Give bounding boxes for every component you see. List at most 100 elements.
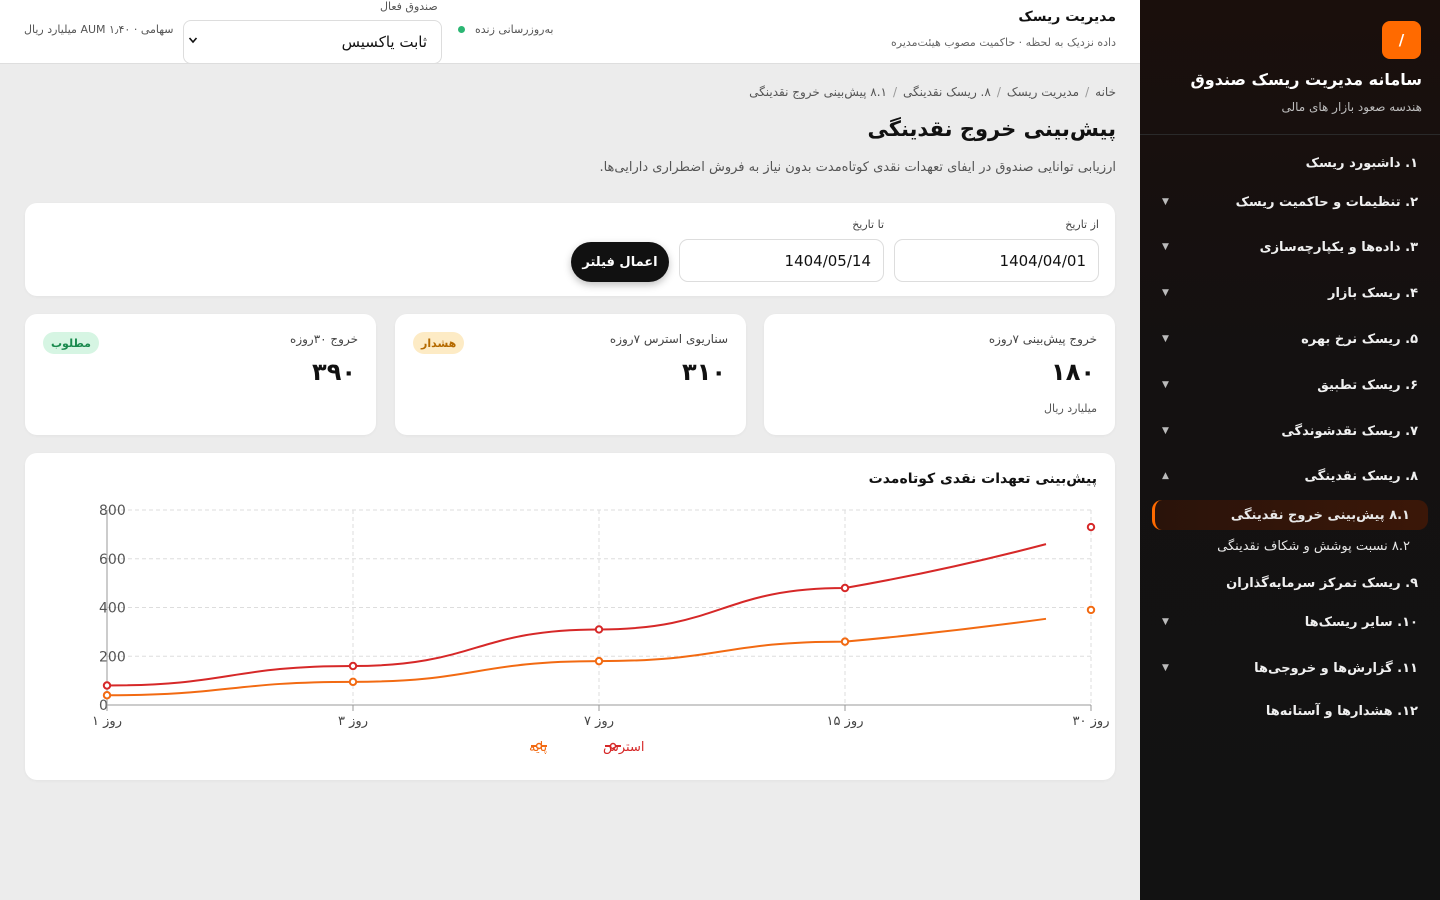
to-date-label: تا تاریخ: [852, 218, 884, 231]
chevron-down-icon: ▼: [1162, 426, 1169, 436]
sidebar-item-market-risk[interactable]: ۴. ریسک بازار ▼: [1140, 278, 1440, 308]
data-point: [840, 583, 850, 593]
app-logo: /: [1382, 21, 1421, 59]
app-subtitle: هندسه صعود بازار های مالی: [1281, 100, 1422, 114]
sidebar-subitem-coverage-gap[interactable]: ۸.۲ نسبت پوشش و شکاف نقدینگی: [1170, 531, 1410, 561]
sidebar-item-label: ۱۰. سایر ریسک‌ها: [1304, 614, 1418, 630]
page-title: پیش‌بینی خروج نقدینگی: [867, 117, 1116, 141]
kpi-label: خروج پیش‌بینی ۷روزه: [988, 332, 1097, 346]
sidebar-item-label: ۴. ریسک بازار: [1327, 285, 1418, 301]
x-tick-label: روز ۱: [92, 714, 122, 729]
breadcrumb-item[interactable]: مدیریت ریسک: [1007, 85, 1079, 99]
sidebar-item-label: ۲. تنظیمات و حاکمیت ریسک: [1235, 194, 1418, 210]
sidebar-item-reports[interactable]: ۱۱. گزارش‌ها و خروجی‌ها ▼: [1140, 653, 1440, 683]
data-point: [102, 681, 112, 690]
sidebar-item-other-risks[interactable]: ۱۰. سایر ریسک‌ها ▼: [1140, 607, 1440, 637]
series-line: [106, 543, 1047, 687]
live-status-label: به‌روزرسانی زنده: [475, 23, 554, 36]
topbar-subtitle: داده نزدیک به لحظه · حاکمیت مصوب هیئت‌مد…: [891, 36, 1116, 49]
kpi-card-stress: سناریوی استرس ۷روزه ۳۱۰ هشدار: [395, 314, 746, 435]
breadcrumb-item[interactable]: خانه: [1095, 85, 1116, 99]
breadcrumb: خانه / مدیریت ریسک / ۸. ریسک نقدینگی / ۸…: [749, 85, 1116, 99]
fund-select-value: ثابت یاکسیس: [341, 33, 427, 51]
chevron-down-icon: ▼: [1162, 197, 1169, 207]
status-badge: هشدار: [413, 332, 465, 354]
chevron-down-icon: ▼: [1162, 380, 1169, 390]
y-tick-label: 800: [99, 503, 126, 519]
filter-card: از تاریخ 1404/04/01 تا تاریخ 1404/05/14 …: [25, 203, 1115, 296]
topbar-title: مدیریت ریسک: [1018, 9, 1116, 25]
sidebar-item-label: ۱۲. هشدارها و آستانه‌ها: [1265, 703, 1418, 719]
breadcrumb-separator: /: [1085, 85, 1090, 99]
status-badge: مطلوب: [43, 332, 99, 354]
x-tick-label: روز ۳۰: [1073, 714, 1110, 729]
chevron-down-icon: ▼: [1162, 617, 1169, 627]
apply-filter-button[interactable]: اعمال فیلتر: [571, 242, 669, 282]
sidebar-item-governance[interactable]: ۲. تنظیمات و حاکمیت ریسک ▼: [1140, 187, 1440, 217]
sidebar-item-label: ۷. ریسک نقدشوندگی: [1281, 423, 1418, 439]
kpi-value: ۳۹۰: [312, 358, 356, 386]
from-date-input[interactable]: 1404/04/01: [894, 239, 1099, 282]
topbar: مدیریت ریسک داده نزدیک به لحظه · حاکمیت …: [0, 0, 1140, 64]
sidebar-item-alerts[interactable]: ۱۲. هشدارها و آستانه‌ها: [1140, 696, 1440, 726]
sidebar-subitem-label: ۸.۲ نسبت پوشش و شکاف نقدینگی: [1217, 538, 1410, 554]
y-tick-label: 200: [99, 649, 126, 665]
sidebar-subitem-outflow-forecast[interactable]: ۸.۱ پیش‌بینی خروج نقدینگی: [1152, 500, 1428, 530]
kpi-value: ۳۱۰: [682, 358, 726, 386]
sidebar-divider: [1140, 134, 1440, 135]
legend-label: استرس: [603, 740, 644, 755]
chevron-down-icon: ▼: [1162, 334, 1169, 344]
x-tick-label: روز ۱۵: [827, 714, 864, 729]
from-date-label: از تاریخ: [1065, 218, 1099, 231]
chevron-down-icon: ▼: [1162, 242, 1169, 252]
sidebar-item-interest-risk[interactable]: ۵. ریسک نرخ بهره ▼: [1140, 324, 1440, 354]
data-point: [1086, 605, 1096, 615]
kpi-label: سناریوی استرس ۷روزه: [609, 332, 728, 346]
data-point: [348, 677, 358, 687]
sidebar-item-label: ۳. داده‌ها و یکپارچه‌سازی: [1259, 239, 1418, 255]
sidebar-item-label: ۱. داشبورد ریسک: [1305, 155, 1418, 171]
fund-select-label: صندوق فعال: [380, 0, 438, 13]
sidebar: / سامانه مدیریت ریسک صندوق هندسه صعود با…: [1140, 0, 1440, 900]
kpi-value: ۱۸۰: [1051, 358, 1095, 386]
chart-card: پیش‌بینی تعهدات نقدی کوتاه‌مدت 0 200 400 60…: [25, 453, 1115, 780]
sidebar-item-compliance-risk[interactable]: ۶. ریسک تطبیق ▼: [1140, 370, 1440, 400]
data-point: [348, 661, 358, 671]
data-point: [594, 656, 604, 666]
breadcrumb-separator: /: [893, 85, 898, 99]
sidebar-subitem-label: ۸.۱ پیش‌بینی خروج نقدینگی: [1230, 507, 1410, 523]
liquidity-chart: 0200400600800روز ۱ روز ۳ روز ۷ روز ۱۵ روز ۳۰…: [92, 503, 1110, 755]
data-point: [594, 625, 604, 634]
y-tick-label: 600: [99, 552, 126, 568]
chevron-up-icon: ▲: [1162, 471, 1169, 481]
page-description: ارزیابی توانایی صندوق در ایفای تعهدات نق…: [599, 160, 1116, 175]
fund-select[interactable]: ثابت یاکسیس: [183, 20, 442, 64]
kpi-card-30day: خروج ۳۰روزه ۳۹۰ مطلوب: [25, 314, 376, 435]
to-date-input[interactable]: 1404/05/14: [679, 239, 884, 282]
chevron-down-icon: ▼: [1162, 288, 1169, 298]
sidebar-item-label: ۱۱. گزارش‌ها و خروجی‌ها: [1254, 660, 1418, 676]
x-tick-label: روز ۷: [584, 714, 614, 729]
app-title: سامانه مدیریت ریسک صندوق: [1190, 70, 1423, 89]
chevron-down-icon: ▼: [1162, 663, 1169, 673]
breadcrumb-item[interactable]: ۸. ریسک نقدینگی: [903, 85, 991, 99]
sidebar-item-label: ۸. ریسک نقدینگی: [1304, 468, 1418, 484]
aum-info: سهامی · AUM ۱٫۴۰ میلیارد ریال: [24, 23, 174, 36]
sidebar-item-concentration-risk[interactable]: ۹. ریسک تمرکز سرمایه‌گذاران: [1140, 568, 1440, 598]
y-tick-label: 400: [99, 601, 126, 617]
legend-label: پایه: [529, 740, 548, 755]
data-point: [102, 691, 112, 700]
chevron-down-icon: [188, 37, 198, 44]
sidebar-item-label: ۹. ریسک تمرکز سرمایه‌گذاران: [1226, 575, 1418, 591]
kpi-card-7day: خروج پیش‌بینی ۷روزه ۱۸۰ میلیارد ریال: [764, 314, 1115, 435]
sidebar-item-data[interactable]: ۳. داده‌ها و یکپارچه‌سازی ▼: [1140, 232, 1440, 262]
live-status: به‌روزرسانی زنده: [458, 23, 553, 36]
sidebar-item-label: ۵. ریسک نرخ بهره: [1301, 331, 1418, 347]
kpi-unit: میلیارد ریال: [1044, 402, 1097, 415]
sidebar-item-marketability-risk[interactable]: ۷. ریسک نقدشوندگی ▼: [1140, 416, 1440, 446]
x-tick-label: روز ۳: [338, 714, 368, 729]
sidebar-item-label: ۶. ریسک تطبیق: [1317, 377, 1418, 393]
sidebar-item-dashboard[interactable]: ۱. داشبورد ریسک: [1140, 148, 1440, 178]
sidebar-item-liquidity-risk[interactable]: ۸. ریسک نقدینگی ▲: [1140, 461, 1440, 491]
live-dot-icon: [458, 26, 465, 33]
